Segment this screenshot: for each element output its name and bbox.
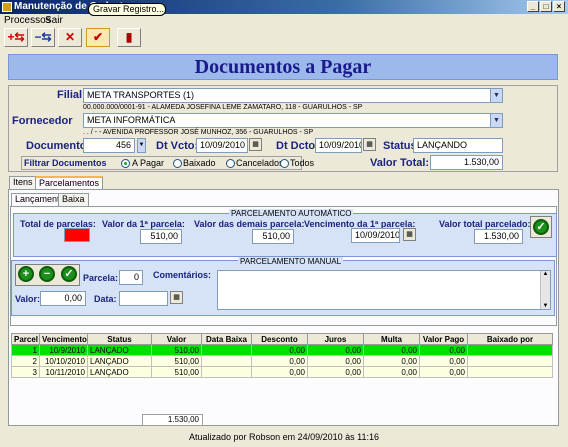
valor-primeira-label: Valor da 1ª parcela: — [102, 219, 185, 229]
data-input[interactable] — [119, 291, 168, 306]
comentarios-label: Comentários: — [153, 270, 212, 280]
filter-apagar-label: A Pagar — [132, 158, 165, 168]
col-baixado-por[interactable]: Baixado por — [467, 333, 553, 345]
calendar-icon[interactable]: ▦ — [403, 228, 416, 241]
close-icon[interactable]: × — [553, 1, 565, 12]
filter-cancelados-radio[interactable] — [226, 159, 235, 168]
scroll-down-icon[interactable]: ▼ — [541, 303, 550, 309]
tab-itens[interactable]: Itens — [9, 176, 37, 189]
menu-sair[interactable]: Sair — [45, 15, 63, 26]
col-desconto[interactable]: Desconto — [251, 333, 308, 345]
status-bar: Atualizado por Robson em 24/09/2010 às 1… — [189, 432, 379, 442]
col-status[interactable]: Status — [87, 333, 152, 345]
title-bar: Manutenção de Cadastro _ □ × — [0, 0, 568, 14]
table-row[interactable]: 3 10/11/2010 LANÇADO 510,00 0,00 0,00 0,… — [11, 366, 553, 378]
calendar-icon[interactable]: ▦ — [249, 138, 262, 151]
minimize-icon[interactable]: _ — [527, 1, 539, 12]
dtvcto-input[interactable]: 10/09/2010 — [196, 138, 248, 153]
table-row[interactable]: 1 10/9/2010 LANÇADO 510,00 0,00 0,00 0,0… — [11, 344, 553, 356]
valor-total-parcelado-label: Valor total parcelado: — [439, 219, 531, 229]
chevron-down-icon[interactable]: ▼ — [490, 89, 502, 102]
filter-cancelados-label: Cancelados — [236, 158, 284, 168]
cancel-icon: ✕ — [64, 30, 76, 44]
comentarios-textarea[interactable]: ▲ ▼ — [217, 270, 551, 310]
valor-total-label: Valor Total: — [370, 157, 430, 169]
cancel-button[interactable]: ✕ — [58, 28, 82, 47]
documento-dropdown-icon[interactable]: ▼ — [137, 138, 146, 153]
manual-legend: PARCELAMENTO MANUAL — [238, 257, 344, 266]
vencimento-input[interactable]: 10/09/2010 — [351, 228, 400, 243]
status-field: LANÇANDO — [413, 138, 503, 153]
filter-baixado-label: Baixado — [183, 158, 216, 168]
valor-label: Valor: — [15, 294, 41, 304]
col-valor[interactable]: Valor — [151, 333, 202, 345]
filter-todos-label: Todos — [290, 158, 315, 168]
valor-demais-input[interactable]: 510,00 — [252, 229, 294, 244]
chevron-down-icon[interactable]: ▼ — [490, 114, 502, 127]
col-parcel[interactable]: Parcel — [11, 333, 40, 345]
documento-input[interactable]: 456 — [83, 138, 135, 153]
col-valor-pago[interactable]: Valor Pago — [419, 333, 468, 345]
valor-input[interactable]: 0,00 — [40, 291, 86, 306]
menu-bar: Processos Sair — [0, 14, 568, 27]
app-icon — [2, 2, 12, 12]
filial-select[interactable]: META TRANSPORTES (1) ▼ — [83, 88, 503, 103]
delete-record-button[interactable]: −⇆ — [31, 28, 55, 47]
dtvcto-label: Dt Vcto: — [156, 140, 199, 152]
valor-total-parcelado-field: 1.530,00 — [474, 229, 523, 244]
exit-button[interactable]: ▮ — [117, 28, 141, 47]
comentarios-scrollbar[interactable]: ▲ ▼ — [540, 271, 550, 309]
data-label: Data: — [94, 294, 117, 304]
filter-apagar-radio[interactable] — [121, 159, 130, 168]
table-row[interactable]: 2 10/10/2010 LANÇADO 510,00 0,00 0,00 0,… — [11, 355, 553, 367]
filter-todos-radio[interactable] — [280, 159, 289, 168]
total-parcelas-field[interactable] — [64, 228, 90, 242]
col-juros[interactable]: Juros — [307, 333, 364, 345]
table-header-row: Parcel Vencimento Status Valor Data Baix… — [11, 333, 553, 345]
calendar-icon[interactable]: ▦ — [363, 138, 376, 151]
col-multa[interactable]: Multa — [363, 333, 420, 345]
add-icon: +⇆ — [7, 30, 25, 44]
filial-label: Filial — [57, 89, 83, 101]
confirm-circle-icon[interactable]: ✓ — [61, 266, 77, 282]
valor-primeira-input[interactable]: 510,00 — [140, 229, 182, 244]
add-circle-icon[interactable]: + — [18, 266, 34, 282]
save-button[interactable]: ✔ — [86, 28, 110, 47]
fornecedor-select[interactable]: META INFORMÁTICA ▼ — [83, 113, 503, 128]
filter-baixado-radio[interactable] — [173, 159, 182, 168]
filial-info: 00.000.000/0001-91 - ALAMEDA JOSEFINA LE… — [83, 104, 363, 111]
parcela-label: Parcela: — [83, 273, 119, 283]
col-vencimento[interactable]: Vencimento — [39, 333, 88, 345]
fornecedor-label: Fornecedor — [12, 115, 73, 127]
documento-label: Documento — [26, 140, 87, 152]
valor-demais-label: Valor das demais parcela: — [194, 219, 305, 229]
filtrar-label: Filtrar Documentos — [24, 158, 107, 168]
valor-total-field: 1.530,00 — [430, 155, 503, 170]
dtdcto-label: Dt Dcto: — [276, 140, 319, 152]
col-data-baixa[interactable]: Data Baixa — [201, 333, 252, 345]
maximize-icon[interactable]: □ — [540, 1, 552, 12]
remove-icon: −⇆ — [34, 30, 52, 44]
scroll-up-icon[interactable]: ▲ — [541, 271, 550, 277]
installments-table: Parcel Vencimento Status Valor Data Baix… — [11, 333, 553, 378]
parcela-input[interactable]: 0 — [119, 270, 143, 285]
tab-parcelamentos[interactable]: Parcelamentos — [35, 176, 104, 189]
page-title: Documentos a Pagar — [8, 54, 558, 80]
tooltip: Gravar Registro... — [88, 3, 166, 16]
save-check-icon: ✔ — [92, 30, 104, 44]
dtdcto-input[interactable]: 10/09/2010 — [315, 138, 362, 153]
remove-circle-icon[interactable]: − — [39, 266, 55, 282]
add-record-button[interactable]: +⇆ — [4, 28, 28, 47]
check-circle-icon: ✓ — [533, 219, 549, 235]
generate-installments-button[interactable]: ✓ — [530, 216, 552, 238]
grid-total-field: 1.530,00 — [142, 414, 203, 426]
auto-legend: PARCELAMENTO AUTOMÁTICO — [229, 209, 354, 218]
subtab-baixa[interactable]: Baixa — [58, 193, 89, 206]
menu-processos[interactable]: Processos — [4, 15, 51, 26]
calendar-icon[interactable]: ▦ — [170, 291, 183, 304]
fornecedor-info: . . / - - AVENIDA PROFESSOR JOSÉ MUNHOZ,… — [83, 129, 314, 136]
exit-door-icon: ▮ — [125, 30, 133, 44]
